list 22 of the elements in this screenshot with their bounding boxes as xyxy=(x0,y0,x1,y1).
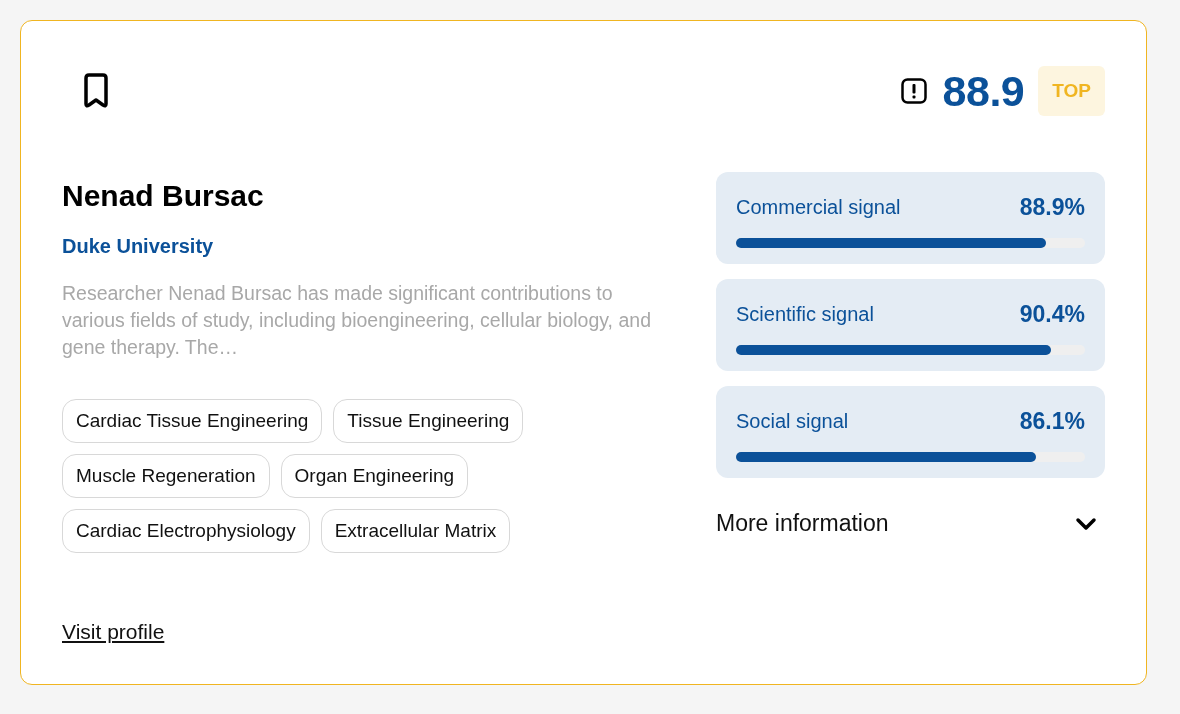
visit-profile-link[interactable]: Visit profile xyxy=(62,620,165,644)
chevron-down-icon xyxy=(1075,516,1097,531)
signal-label: Scientific signal xyxy=(736,303,874,326)
bookmark-icon[interactable] xyxy=(82,73,110,109)
signal-label: Social signal xyxy=(736,410,849,433)
signal-value: 90.4% xyxy=(1019,301,1085,328)
signal-value: 88.9% xyxy=(1019,194,1085,221)
researcher-name: Nenad Bursac xyxy=(62,179,265,213)
topic-tag: Muscle Regeneration xyxy=(62,454,270,498)
signal-value: 86.1% xyxy=(1019,408,1085,435)
signal-label: Commercial signal xyxy=(736,196,901,219)
topic-tag: Organ Engineering xyxy=(280,454,469,498)
topic-tag: Cardiac Tissue Engineering xyxy=(62,399,323,443)
score-value: 88.9 xyxy=(942,66,1025,116)
institution-link[interactable]: Duke University xyxy=(62,235,672,258)
more-information-toggle[interactable]: More information xyxy=(716,510,1105,537)
researcher-description: Researcher Nenad Bursac has made significant contributions to various fields of study, including bioengineering, cellular biology, and gene therapy. The… xyxy=(62,281,652,360)
topic-tag: Tissue Engineering xyxy=(333,399,524,443)
rank-badge: TOP xyxy=(1038,66,1105,116)
topic-tag: Cardiac Electrophysiology xyxy=(62,509,310,553)
alert-icon[interactable] xyxy=(900,78,927,104)
topic-tag: Extracellular Matrix xyxy=(320,509,511,553)
